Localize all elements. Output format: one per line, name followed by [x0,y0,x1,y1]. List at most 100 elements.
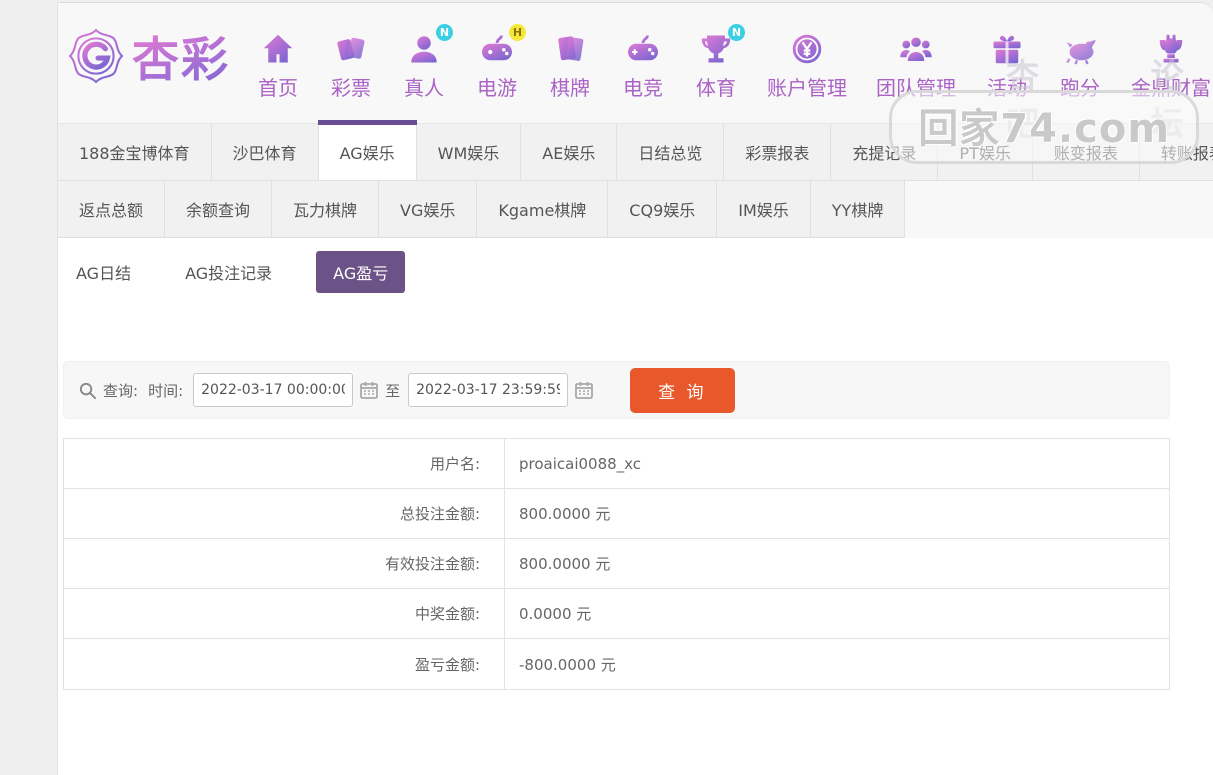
date-to-input[interactable] [408,373,569,407]
nav-item[interactable]: 首页 [256,31,300,101]
row-value: 800.0000 元 [519,555,611,573]
row-label: 有效投注金额: [64,539,505,588]
tab[interactable]: YY棋牌 [810,181,906,238]
nav-badge: H [509,24,526,41]
nav-item-label: 账户管理 [767,76,847,100]
home-icon [260,31,296,67]
row-label: 盈亏金额: [64,639,505,689]
tab[interactable]: 188金宝博体育 [58,124,212,181]
calendar-icon[interactable] [574,380,594,400]
table-row: 中奖金额: 0.0000 元 [64,589,1169,639]
nav-item[interactable]: N 真人 [402,24,453,101]
row-value: proaicai0088_xc [519,454,642,473]
main-nav: 首页 彩票 N 真人 H 电游 棋牌 电竞 N 体育 账户管理 团队管理 活动 … [256,21,1211,101]
tab[interactable]: VG娱乐 [379,181,478,238]
subtab-label: AG投注记录 [185,264,273,283]
table-row: 总投注金额: 800.0000 元 [64,489,1169,539]
paofen-runner-icon [1062,31,1098,67]
tab[interactable]: AG娱乐 [317,120,417,181]
tab[interactable]: 彩票报表 [724,124,832,181]
tab-label: AE娱乐 [542,144,596,163]
tab-label: IM娱乐 [738,201,789,220]
query-submit-button[interactable]: 查 询 [630,367,735,413]
subtab-label: AG盈亏 [333,264,389,283]
nav-item-label: 首页 [258,76,298,100]
tab-label: WM娱乐 [437,144,500,163]
subtab[interactable]: AG投注记录 [175,251,282,293]
tab[interactable]: 余额查询 [165,181,273,238]
nav-item[interactable]: 电竞 [621,31,665,101]
nav-item-label: 电竞 [623,76,663,100]
tab[interactable]: IM娱乐 [717,181,811,238]
ag-subtabs: AG日结 AG投注记录 AG盈亏 [58,238,1213,305]
tab-label: 彩票报表 [745,144,810,163]
nav-item-label: 电游 [477,76,517,100]
tab-label: CQ9娱乐 [629,201,696,220]
tab-label: VG娱乐 [400,201,456,220]
nav-item-label: 体育 [696,76,736,100]
tab[interactable]: AE娱乐 [521,124,618,181]
row-label: 总投注金额: [64,489,505,538]
nav-item[interactable]: 棋牌 [548,31,592,101]
tab-row-2: 返点总额 余额查询 瓦力棋牌 VG娱乐 Kgame棋牌 CQ9娱乐 IM娱乐 Y… [58,181,1213,238]
nav-item[interactable]: H 电游 [475,24,526,101]
subtab-label: AG日结 [76,264,132,283]
live-person-icon: N [406,24,453,67]
tab-label: AG娱乐 [339,144,395,163]
tab[interactable]: Kgame棋牌 [477,181,609,238]
query-bar: 查询: 时间: 至 查 询 [63,361,1170,419]
tab[interactable]: CQ9娱乐 [608,181,718,238]
tab-label: 日结总览 [638,144,703,163]
subtab[interactable]: AG盈亏 [316,251,406,293]
tab-label: 沙巴体育 [232,144,297,163]
nav-badge: N [436,24,453,41]
lottery-tickets-icon [333,31,369,67]
account-coin-icon [789,31,825,67]
wealth-ding-icon [1153,31,1189,67]
logo-flower-icon [68,28,124,83]
tab[interactable]: 瓦力棋牌 [272,181,380,238]
tab-label: 返点总额 [79,201,144,220]
content-area: AG日结 AG投注记录 AG盈亏 查询: 时间: 2022-03-17 00:0… [58,238,1213,775]
tab[interactable]: 返点总额 [58,181,166,238]
row-label: 用户名: [64,439,505,488]
tab-label: Kgame棋牌 [498,201,587,220]
search-icon [79,382,97,399]
site-watermark: 回家74.com [889,90,1199,164]
row-value: 0.0000 元 [519,605,592,623]
time-label: 时间: [148,381,184,400]
nav-item[interactable]: N 体育 [694,24,745,101]
site-logo[interactable]: 杏彩 [68,21,230,90]
tab-label: YY棋牌 [831,201,884,220]
nav-item-label: 彩票 [331,76,371,100]
team-icon [898,31,934,67]
row-value: -800.0000 元 [519,655,616,674]
egame-gamepad-icon: H [479,24,526,67]
table-row: 盈亏金额: -800.0000 元 [64,639,1169,689]
date-from-input[interactable] [193,373,354,407]
tab[interactable]: 日结总览 [617,124,725,181]
nav-item[interactable]: 账户管理 [767,31,847,101]
query-label: 查询: [103,381,139,400]
gift-icon [989,31,1025,67]
nav-item-label: 真人 [404,76,444,100]
calendar-icon[interactable] [359,380,379,400]
logo-text: 杏彩 [132,21,230,90]
cards-icon [552,31,588,67]
tab-label: 余额查询 [186,201,251,220]
range-separator: 至 [385,381,401,400]
subtab[interactable]: AG日结 [66,251,141,293]
table-row: 有效投注金额: 800.0000 元 [64,539,1169,589]
nav-badge: N [728,24,745,41]
nav-item-label: 棋牌 [550,76,590,100]
report-table: 用户名: proaicai0088_xc 总投注金额: 800.0000 元 有… [63,438,1170,690]
tab-label: 瓦力棋牌 [293,201,358,220]
tab-label: 188金宝博体育 [79,144,190,163]
tab[interactable]: WM娱乐 [416,124,522,181]
sports-trophy-icon: N [698,24,745,67]
row-label: 中奖金额: [64,589,505,638]
row-value: 800.0000 元 [519,505,611,523]
tab[interactable]: 沙巴体育 [211,124,319,181]
table-row: 用户名: proaicai0088_xc [64,439,1169,489]
nav-item[interactable]: 彩票 [329,31,373,101]
